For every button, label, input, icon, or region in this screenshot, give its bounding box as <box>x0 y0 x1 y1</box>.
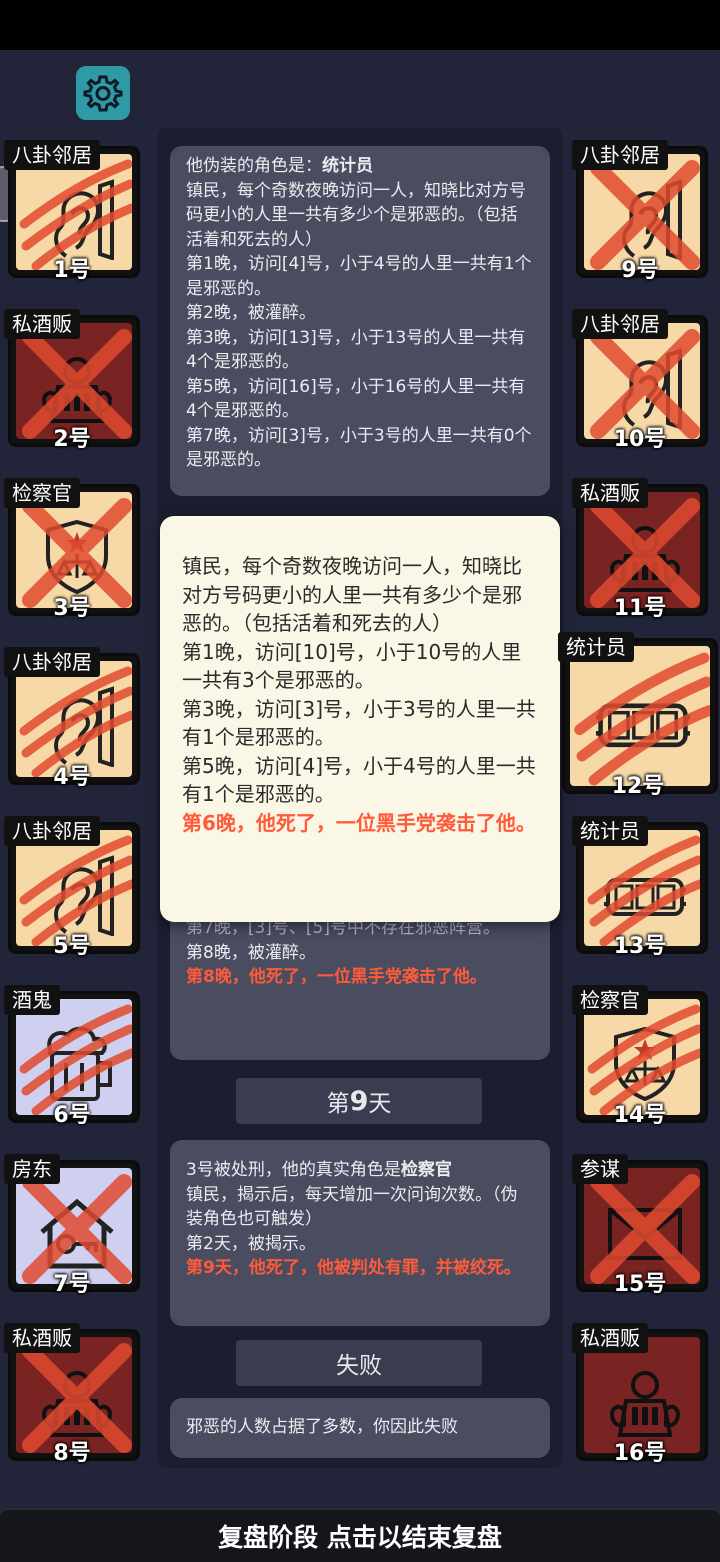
player-seat[interactable]: 八卦邻居 9号 <box>570 140 710 283</box>
seat-portrait <box>570 646 710 786</box>
seat-number: 11号 <box>613 596 667 621</box>
seat-role-label: 检察官 <box>572 985 648 1015</box>
smuggler-icon <box>609 1371 681 1437</box>
claw-scratch-mark <box>574 652 710 786</box>
seat-role-label: 私酒贩 <box>572 1323 648 1353</box>
seat-role-label: 私酒贩 <box>4 309 80 339</box>
seat-number: 15号 <box>613 1272 667 1297</box>
log-card-disguise: 他伪装的角色是：统计员 镇民，每个奇数夜晚访问一人，知晓比对方号码更小的人里一共… <box>170 146 550 496</box>
seat-number: 2号 <box>53 427 91 452</box>
seat-number: 5号 <box>53 934 91 959</box>
end-replay-bar[interactable]: 复盘阶段 点击以结束复盘 <box>0 1508 720 1562</box>
player-seat[interactable]: 酒鬼 6号 <box>2 985 142 1128</box>
player-seat[interactable]: 私酒贩 2号 <box>2 309 142 452</box>
player-seat[interactable]: 房东 7号 <box>2 1154 142 1297</box>
seat-number: 12号 <box>611 774 665 799</box>
popup-line: 第3晚，访问[3]号，小于3号的人里一共有1个是邪恶的。 <box>182 696 536 750</box>
log-line: 第3晚，访问[13]号，小于13号的人里一共有4个是邪恶的。 <box>186 327 526 373</box>
role-description: 镇民，揭示后，每天增加一次问询次数。（伪装角色也可触发） <box>186 1184 518 1230</box>
popup-line: 第1晚，访问[10]号，小于10号的人里一共有3个是邪恶的。 <box>182 639 522 693</box>
player-seat[interactable]: 统计员 12号 <box>556 632 720 799</box>
day-header: 第9天 <box>236 1078 482 1124</box>
player-seat[interactable]: 私酒贩 8号 <box>2 1323 142 1466</box>
player-seat[interactable]: 八卦邻居 1号 <box>2 140 142 283</box>
seat-number: 8号 <box>53 1441 91 1466</box>
player-seat[interactable]: 参谋 15号 <box>570 1154 710 1297</box>
seat-role-label: 统计员 <box>558 632 634 662</box>
seat-role-label: 八卦邻居 <box>4 140 100 170</box>
player-seat[interactable]: 检察官 14号 <box>570 985 710 1128</box>
log-line: 第2晚，被灌醉。 <box>186 303 316 323</box>
seat-role-label: 八卦邻居 <box>572 140 668 170</box>
player-seat[interactable]: 八卦邻居 5号 <box>2 816 142 959</box>
seat-number: 9号 <box>621 258 659 283</box>
player-seat[interactable]: 统计员 13号 <box>570 816 710 959</box>
seat-role-label: 八卦邻居 <box>4 647 100 677</box>
seat-role-label: 私酒贩 <box>572 478 648 508</box>
death-line: 第9天，他死了，他被判处有罪，并被绞死。 <box>186 1258 521 1278</box>
log-line: 第7晚，访问[3]号，小于3号的人里一共有0个是邪恶的。 <box>186 425 532 471</box>
seat-role-label: 八卦邻居 <box>572 309 668 339</box>
popup-death-line: 第6晚，他死了，一位黑手党袭击了他。 <box>182 810 536 835</box>
seat-role-label: 参谋 <box>572 1154 628 1184</box>
popup-description: 镇民，每个奇数夜晚访问一人，知晓比对方号码更小的人里一共有多少个是邪恶的。（包括… <box>182 554 522 635</box>
result-header: 失败 <box>236 1340 482 1386</box>
seat-number: 6号 <box>53 1103 91 1128</box>
status-bar <box>0 0 720 50</box>
seat-number: 3号 <box>53 596 91 621</box>
seat-number: 13号 <box>613 934 667 959</box>
seat-role-label: 八卦邻居 <box>4 816 100 846</box>
seat-number: 16号 <box>613 1441 667 1466</box>
player-seat[interactable]: 检察官 3号 <box>2 478 142 621</box>
log-card-night: 第7晚，[3]号、[5]号中不存在邪恶阵营。 第8晚，被灌醉。 第8晚，他死了，… <box>170 900 550 1060</box>
seat-role-label: 酒鬼 <box>4 985 60 1015</box>
log-card-execution: 3号被处刑，他的真实角色是检察官 镇民，揭示后，每天增加一次问询次数。（伪装角色… <box>170 1140 550 1326</box>
seat-number: 7号 <box>53 1272 91 1297</box>
gear-icon <box>83 75 123 112</box>
seat-role-label: 检察官 <box>4 478 80 508</box>
seat-number: 4号 <box>53 765 91 790</box>
death-line: 第8晚，他死了，一位黑手党袭击了他。 <box>186 967 487 987</box>
role-info-popup[interactable]: 镇民，每个奇数夜晚访问一人，知晓比对方号码更小的人里一共有多少个是邪恶的。（包括… <box>160 516 560 922</box>
player-seat[interactable]: 私酒贩 16号 <box>570 1323 710 1466</box>
seat-number: 1号 <box>53 258 91 283</box>
log-line: 第5晚，访问[16]号，小于16号的人里一共有4个是邪恶的。 <box>186 376 526 422</box>
log-card-result: 邪恶的人数占据了多数，你因此失败 <box>170 1398 550 1458</box>
seat-role-label: 房东 <box>4 1154 60 1184</box>
log-line: 第2天，被揭示。 <box>186 1233 316 1254</box>
seat-role-label: 统计员 <box>572 816 648 846</box>
seat-role-label: 私酒贩 <box>4 1323 80 1353</box>
role-description: 镇民，每个奇数夜晚访问一人，知晓比对方号码更小的人里一共有多少个是邪恶的。（包括… <box>186 180 526 250</box>
popup-line: 第5晚，访问[4]号，小于4号的人里一共有1个是邪恶的。 <box>182 753 536 807</box>
settings-button[interactable] <box>76 66 130 120</box>
seat-number: 10号 <box>613 427 667 452</box>
player-seat[interactable]: 八卦邻居 4号 <box>2 647 142 790</box>
player-seat[interactable]: 八卦邻居 10号 <box>570 309 710 452</box>
seat-number: 14号 <box>613 1103 667 1128</box>
log-line: 第8晚，被灌醉。 <box>186 942 316 963</box>
player-seat[interactable]: 私酒贩 11号 <box>570 478 710 621</box>
log-line: 第1晚，访问[4]号，小于4号的人里一共有1个是邪恶的。 <box>186 254 532 299</box>
